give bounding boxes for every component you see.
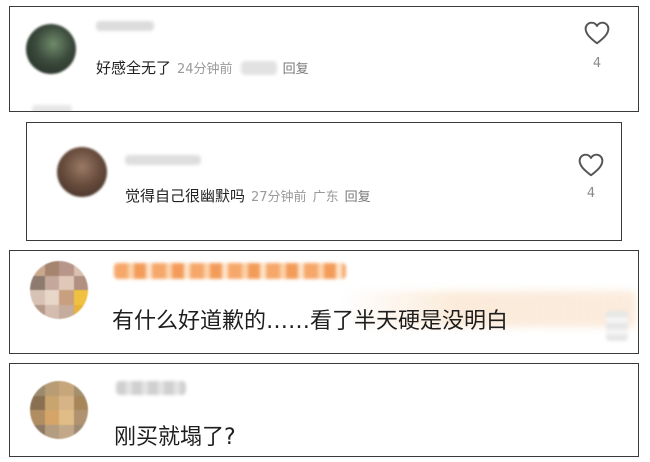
like-count: 4 bbox=[586, 186, 596, 201]
heart-outline-icon[interactable] bbox=[578, 153, 604, 177]
next-username-blurred bbox=[32, 105, 72, 111]
comment-location: 广东 bbox=[312, 190, 339, 205]
avatar[interactable] bbox=[57, 147, 107, 197]
comment-text: 刚买就塌了? bbox=[114, 425, 236, 450]
reply-button[interactable]: 回复 bbox=[283, 62, 309, 77]
avatar[interactable] bbox=[26, 24, 76, 74]
avatar-pixelated[interactable] bbox=[30, 261, 88, 319]
username-blurred[interactable] bbox=[96, 21, 154, 31]
comment-body: 有什么好道歉的……看了半天硬是没明白 bbox=[112, 303, 508, 335]
reply-button[interactable]: 回复 bbox=[345, 190, 371, 205]
avatar-pixelated[interactable] bbox=[30, 381, 88, 439]
comment-text: 好感全无了 bbox=[96, 59, 172, 77]
comment-body: 好感全无了 24分钟前 回复 bbox=[96, 57, 309, 78]
comment-card-2: 觉得自己很幽默吗 27分钟前 广东 回复 4 bbox=[26, 122, 622, 241]
like-count: 4 bbox=[592, 56, 602, 71]
comment-text: 觉得自己很幽默吗 bbox=[125, 187, 246, 205]
heart-outline-icon[interactable] bbox=[584, 21, 610, 45]
comment-text: 有什么好道歉的……看了半天硬是没明白 bbox=[112, 309, 509, 334]
username-blurred[interactable] bbox=[125, 155, 201, 165]
comment-body: 觉得自己很幽默吗 27分钟前 广东 回复 bbox=[125, 185, 371, 206]
comment-time: 24分钟前 bbox=[177, 62, 233, 77]
avatar-mosaic bbox=[30, 261, 88, 319]
avatar-mosaic bbox=[30, 381, 88, 439]
location-blurred bbox=[240, 60, 277, 75]
comment-body: 刚买就塌了? bbox=[114, 419, 236, 451]
corner-mosaic bbox=[606, 311, 628, 341]
username-blurred[interactable] bbox=[116, 381, 186, 395]
comment-card-4: 刚买就塌了? bbox=[9, 363, 639, 457]
comment-time: 27分钟前 bbox=[251, 190, 307, 205]
comment-card-1: 好感全无了 24分钟前 回复 4 bbox=[9, 6, 639, 112]
comment-card-3: 有什么好道歉的……看了半天硬是没明白 bbox=[9, 250, 639, 354]
username-blurred-orange[interactable] bbox=[114, 263, 346, 279]
